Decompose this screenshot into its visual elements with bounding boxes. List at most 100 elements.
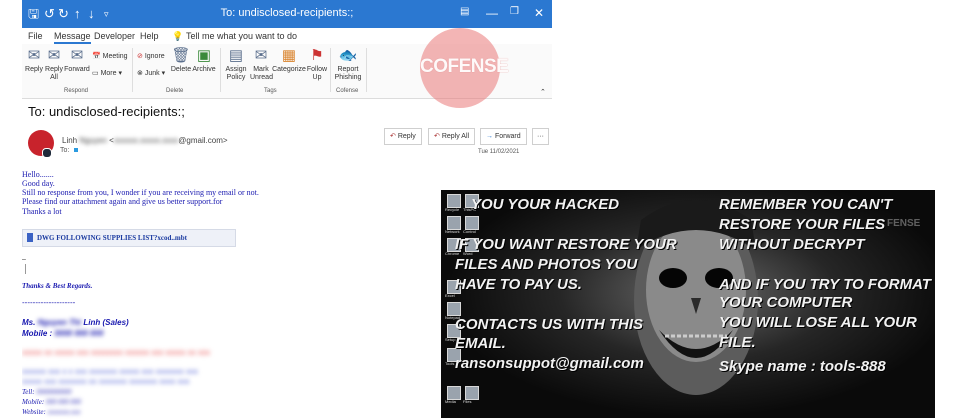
- signature-divider: --------------------: [22, 298, 76, 307]
- ransom-text-left: CONTACTS US WITH THIS: [455, 316, 644, 333]
- restore-button[interactable]: ❐: [510, 6, 519, 17]
- desktop-icon[interactable]: [465, 386, 479, 400]
- delete-button[interactable]: 🗑 Delete: [170, 48, 192, 74]
- cursor-line: [25, 264, 26, 274]
- desktop-icon-label: Tools: [445, 361, 455, 366]
- signature-name: Ms. Nguyen Thi Linh (Sales): [22, 318, 129, 327]
- sender-line: Linh Nguyen <xxxxxx.xxxxx.xxxx@gmail.com…: [62, 136, 228, 145]
- ignore-icon: ⊘: [137, 53, 143, 60]
- redacted-address: xxxxxx xxx x x xxx xxxxxxx xxxxx xxx xxx…: [22, 367, 199, 376]
- minimize-button[interactable]: —: [486, 6, 498, 20]
- ransom-text-right: YOU WILL LOSE ALL YOUR: [719, 314, 917, 331]
- ransom-text-right: FILE.: [719, 334, 756, 351]
- desktop-icon-label: Files: [463, 399, 472, 404]
- junk-button[interactable]: ⊗ Junk ▾: [137, 69, 165, 77]
- desktop-icon-label: Recycle: [445, 207, 460, 212]
- body-line: Good day.: [22, 179, 55, 188]
- ransom-text-right: AND IF YOU TRY TO FORMAT: [719, 276, 931, 293]
- envelope-icon: ✉: [254, 47, 268, 64]
- redacted-sender-email: xxxxxx.xxxxx.xxxx: [113, 136, 179, 145]
- redacted-mobile-2: 000 000 000: [45, 398, 81, 406]
- group-delete-label: Delete: [166, 88, 184, 94]
- attachment-link[interactable]: DWG FOLLOWING SUPPLIES LIST?xcod..mbt: [22, 229, 236, 247]
- body-line: Thanks a lot: [22, 207, 62, 216]
- signature-closing: Thanks & Best Regards.: [22, 282, 93, 290]
- reply-all-action-button[interactable]: ↶ Reply All: [428, 128, 476, 145]
- ransom-text-left: YOU YOUR HACKED: [471, 196, 620, 213]
- ransom-email: ransonsuppot@gmail.com: [455, 355, 644, 372]
- body-line: Still no response from you, I wonder if …: [22, 188, 259, 197]
- lightbulb-icon: 💡: [172, 31, 184, 41]
- more-actions-button[interactable]: ···: [532, 128, 549, 145]
- assign-policy-button[interactable]: ▤ Assign Policy: [224, 48, 248, 82]
- body-line: Please find our attachment again and giv…: [22, 197, 223, 206]
- recipient-icon: [74, 148, 79, 152]
- signature-tell: Tell: 0000000000: [22, 388, 72, 396]
- tab-file[interactable]: File: [28, 31, 43, 41]
- desktop-icon-label: Excel: [445, 293, 455, 298]
- reply-all-button[interactable]: ✉ Reply All: [44, 48, 64, 82]
- ribbon-separator: [220, 48, 221, 92]
- tab-message[interactable]: Message: [54, 31, 91, 44]
- forward-button[interactable]: ✉ Forward: [64, 48, 90, 74]
- redacted-name: Nguyen Thi: [37, 318, 82, 327]
- body-line: Hello.......: [22, 170, 54, 179]
- ribbon-display-icon[interactable]: ▤: [460, 6, 469, 17]
- ransom-text-left: HAVE TO PAY US.: [455, 276, 582, 293]
- cofense-watermark-ransom: FENSE: [887, 218, 921, 229]
- ransom-text-left: FILES AND PHOTOS YOU: [455, 256, 638, 273]
- tell-me-search[interactable]: Tell me what you want to do: [186, 31, 297, 41]
- phishing-fish-icon: 🐟: [338, 47, 358, 64]
- forward-arrow-icon: →: [486, 133, 493, 140]
- report-phishing-button[interactable]: 🐟 Report Phishing: [334, 48, 362, 82]
- redacted-mobile: 0000 000 000: [54, 329, 104, 338]
- group-tags-label: Tags: [264, 88, 277, 94]
- follow-up-button[interactable]: ⚑ Follow Up: [306, 48, 328, 82]
- meeting-button[interactable]: 📅 Meeting: [92, 52, 128, 60]
- window-title: To: undisclosed-recipients:;: [220, 7, 354, 19]
- ribbon-separator: [330, 48, 331, 92]
- desktop-icon[interactable]: [447, 386, 461, 400]
- trash-icon: 🗑: [171, 47, 191, 64]
- ransom-text-left: IF YOU WANT RESTORE YOUR: [455, 236, 677, 253]
- group-cofense-label: Cofense: [336, 88, 359, 94]
- ransom-skype: Skype name : tools-888: [719, 358, 886, 375]
- desktop-icon[interactable]: [465, 216, 479, 230]
- categorize-button[interactable]: ▦ Categorize: [272, 48, 306, 74]
- tab-help[interactable]: Help: [140, 31, 159, 41]
- presence-indicator: [42, 148, 52, 158]
- reply-action-button[interactable]: ↶ Reply: [384, 128, 422, 145]
- signature-dash: –: [22, 256, 26, 263]
- message-subject: To: undisclosed-recipients:;: [28, 104, 185, 119]
- desktop-icon[interactable]: [447, 302, 461, 316]
- tab-developer[interactable]: Developer: [94, 31, 135, 41]
- desktop-icon-label: Media: [445, 399, 456, 404]
- reply-all-icon: ✉: [47, 47, 61, 64]
- ransom-note-image: Recycle ThisPC Network Control Chrome Wo…: [441, 190, 935, 418]
- policy-icon: ▤: [228, 47, 244, 64]
- redacted-company: xxxxx xx xxxxx xxx xxxxxxxx xxxxxx xxx x…: [22, 348, 211, 357]
- collapse-ribbon-icon[interactable]: ⌃: [540, 88, 546, 96]
- flag-icon: ⚑: [310, 47, 324, 64]
- ransom-text-right: REMEMBER YOU CAN'T: [719, 196, 893, 213]
- ignore-button[interactable]: ⊘ Ignore: [137, 52, 165, 60]
- desktop-icon-label: Control: [463, 229, 476, 234]
- more-button[interactable]: ▭ More ▾: [92, 69, 122, 77]
- reply-button[interactable]: ✉ Reply: [24, 48, 44, 74]
- title-bar: 🖫 ↺ ↻ ↑ ↓ ▿ To: undisclosed-recipients:;…: [22, 0, 552, 28]
- group-respond-label: Respond: [64, 88, 89, 94]
- ribbon-separator: [132, 48, 133, 92]
- recipient-line: To:: [60, 147, 79, 154]
- forward-action-button[interactable]: → Forward: [480, 128, 527, 145]
- desktop-icon[interactable]: [447, 194, 461, 208]
- ransom-text-left: EMAIL.: [455, 335, 506, 352]
- archive-icon: ▣: [196, 47, 212, 64]
- attachment-name: DWG FOLLOWING SUPPLIES LIST?xcod..mbt: [37, 234, 187, 242]
- ribbon-separator: [366, 48, 367, 92]
- desktop-icon[interactable]: [447, 216, 461, 230]
- document-icon: [27, 233, 33, 242]
- archive-button[interactable]: ▣ Archive: [192, 48, 216, 74]
- mark-unread-button[interactable]: ✉ Mark Unread: [250, 47, 273, 82]
- close-button[interactable]: ✕: [534, 6, 544, 20]
- cofense-watermark: COFENSE: [420, 56, 509, 77]
